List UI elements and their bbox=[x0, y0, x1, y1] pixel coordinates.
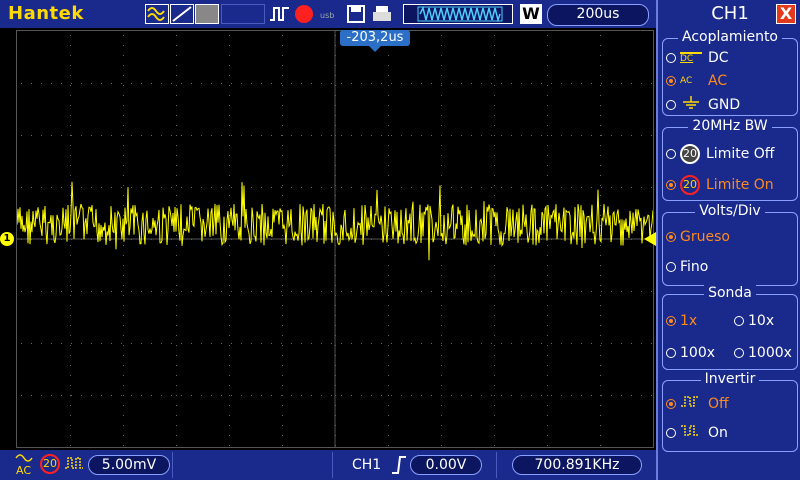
invert-off-option[interactable]: Off bbox=[666, 394, 729, 414]
run-stop-icon[interactable] bbox=[295, 5, 313, 23]
volts-coarse-option[interactable]: Grueso bbox=[666, 229, 730, 245]
line-mode-icon[interactable] bbox=[170, 4, 194, 24]
probe-1000x-option[interactable]: 1000x bbox=[734, 345, 792, 361]
trigger-level-marker[interactable] bbox=[644, 232, 656, 246]
probe-10x-option[interactable]: 10x bbox=[734, 313, 774, 329]
invert-off-icon bbox=[680, 394, 702, 414]
memory-bar[interactable] bbox=[403, 4, 513, 24]
brand-logo: Hantek bbox=[8, 3, 84, 24]
invert-label: Invertir bbox=[658, 371, 800, 387]
frequency-readout: 700.891KHz bbox=[512, 455, 642, 475]
mode-letter: W bbox=[520, 4, 542, 24]
probe-1x-option[interactable]: 1x bbox=[666, 313, 697, 329]
save-icon[interactable] bbox=[346, 4, 366, 24]
volts-fine-option[interactable]: Fino bbox=[666, 259, 708, 275]
close-icon[interactable]: X bbox=[776, 4, 796, 24]
ch1-ground-marker[interactable]: 1 bbox=[0, 232, 14, 246]
divider bbox=[172, 452, 173, 478]
waveform-mode-icon[interactable] bbox=[145, 4, 169, 24]
top-toolbar: Hantek usb W 200us bbox=[0, 0, 656, 28]
trigger-level-value[interactable]: 0.00V bbox=[410, 455, 482, 475]
rising-edge-icon bbox=[392, 456, 406, 474]
probe-100x-option[interactable]: 100x bbox=[666, 345, 715, 361]
ac-coupling-icon: AC bbox=[14, 452, 36, 477]
dc-coupling-icon: DC bbox=[680, 52, 702, 64]
bw-limit-icon: 20 bbox=[40, 454, 60, 474]
divider bbox=[332, 452, 333, 478]
coupling-option-ac[interactable]: AC AC bbox=[666, 73, 727, 89]
blank-indicator bbox=[221, 4, 265, 24]
volts-div-label: Volts/Div bbox=[658, 203, 800, 219]
waveform-display[interactable] bbox=[16, 30, 654, 448]
usb-icon: usb bbox=[320, 4, 342, 24]
trigger-edge-icon bbox=[269, 4, 291, 24]
divider bbox=[496, 452, 497, 478]
ch1-waveform-trace bbox=[17, 181, 653, 261]
bw-off-icon: 20 bbox=[680, 144, 700, 164]
svg-text:AC: AC bbox=[16, 464, 31, 476]
invert-on-option[interactable]: On bbox=[666, 423, 728, 443]
printer-icon[interactable] bbox=[370, 4, 394, 24]
coupling-label: Acoplamiento bbox=[658, 29, 800, 45]
invert-on-icon bbox=[680, 423, 702, 443]
coupling-option-dc[interactable]: DC DC bbox=[666, 50, 729, 66]
bw-limit-on-option[interactable]: 20 Limite On bbox=[666, 175, 774, 195]
ac-coupling-icon: AC bbox=[680, 76, 693, 86]
ch1-menu-panel: CH1 X Acoplamiento DC DC AC AC GND 20MHz B… bbox=[656, 0, 800, 480]
persist-mode-icon[interactable] bbox=[195, 4, 219, 24]
timebase-value[interactable]: 200us bbox=[547, 4, 649, 26]
coupling-option-gnd[interactable]: GND bbox=[666, 96, 740, 114]
bw-limit-off-option[interactable]: 20 Limite Off bbox=[666, 144, 774, 164]
volts-div-value[interactable]: 5.00mV bbox=[88, 455, 170, 475]
trigger-position-arrow bbox=[368, 45, 382, 52]
trigger-source: CH1 bbox=[352, 457, 382, 473]
trigger-position-label: -203,2us bbox=[340, 30, 410, 46]
probe-label: Sonda bbox=[658, 285, 800, 301]
ground-icon bbox=[680, 96, 702, 114]
bw-label: 20MHz BW bbox=[658, 118, 800, 134]
invert-icon bbox=[64, 454, 84, 474]
svg-text:usb: usb bbox=[320, 11, 334, 20]
bw-on-icon: 20 bbox=[680, 175, 700, 195]
